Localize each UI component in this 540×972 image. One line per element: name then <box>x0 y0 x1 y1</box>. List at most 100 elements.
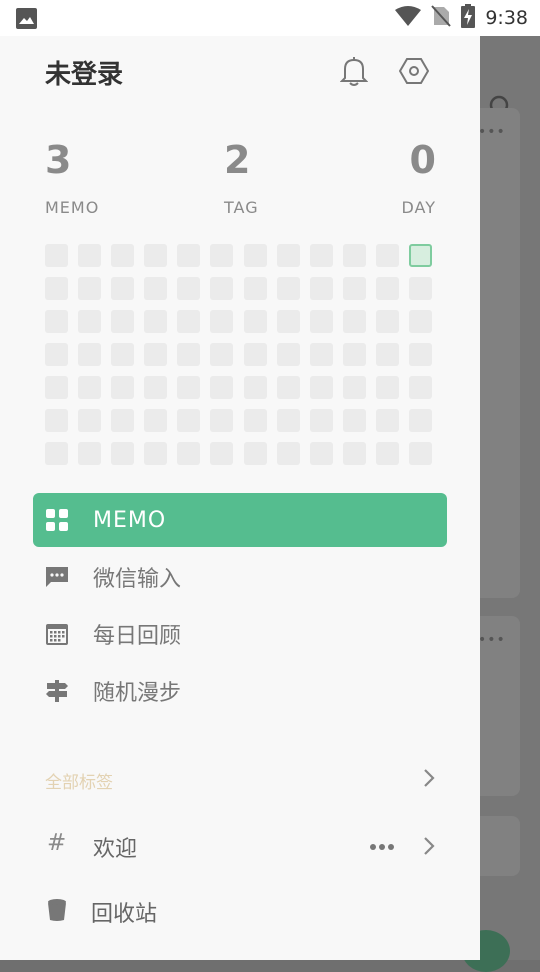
heatmap-cell <box>309 376 333 399</box>
chat-bubble-icon <box>44 564 70 590</box>
menu-item-label: 每日回顾 <box>93 624 182 649</box>
heatmap-cell <box>243 343 267 366</box>
heatmap-cell <box>144 310 168 333</box>
heatmap-cell <box>144 277 168 300</box>
heatmap-cell <box>243 244 267 267</box>
menu-item-random-walk[interactable]: 随机漫步 <box>33 664 447 718</box>
heatmap-cell <box>409 376 433 399</box>
status-bar: 9:38 <box>0 0 540 36</box>
heatmap-cell <box>375 244 399 267</box>
bell-icon[interactable] <box>339 56 369 90</box>
heatmap-cell <box>243 277 267 300</box>
heatmap-cell <box>111 409 135 432</box>
heatmap-cell <box>342 343 366 366</box>
image-notification-icon <box>16 8 37 33</box>
heatmap-cell <box>78 442 102 465</box>
heatmap-cell <box>144 409 168 432</box>
heatmap-cell <box>243 310 267 333</box>
heatmap-cell <box>45 442 68 465</box>
heatmap-cell <box>276 442 300 465</box>
menu-item-label: MEMO <box>93 507 167 533</box>
settings-hexagon-icon[interactable] <box>398 56 430 90</box>
heatmap-cell <box>144 442 168 465</box>
heatmap-cell <box>210 343 234 366</box>
heatmap-cell <box>177 244 201 267</box>
menu-item-memo[interactable]: MEMO <box>33 493 447 547</box>
heatmap-cell <box>342 376 366 399</box>
heatmap-cell <box>177 310 201 333</box>
stat-label: MEMO <box>45 198 100 217</box>
more-icon: ••• <box>478 124 506 140</box>
chevron-right-icon[interactable] <box>423 836 435 860</box>
more-icon: ••• <box>478 632 506 648</box>
more-icon[interactable] <box>369 836 395 855</box>
heatmap-cell <box>243 409 267 432</box>
heatmap-cell <box>45 376 68 399</box>
heatmap-cell <box>144 376 168 399</box>
calendar-icon <box>44 621 70 647</box>
heatmap-cell <box>375 310 399 333</box>
all-tags-title: 全部标签 <box>45 773 113 793</box>
heatmap-cell <box>111 310 135 333</box>
heatmap-cell <box>309 343 333 366</box>
heatmap-cell <box>78 277 102 300</box>
heatmap-cell <box>111 376 135 399</box>
heatmap-cell <box>309 310 333 333</box>
heatmap-cell <box>210 442 234 465</box>
menu-item-label: 微信输入 <box>93 567 182 592</box>
heatmap-cell <box>276 376 300 399</box>
heatmap-cell <box>409 442 433 465</box>
heatmap-cell <box>45 343 68 366</box>
stat-value: 3 <box>45 138 72 182</box>
stat-label: DAY <box>401 198 436 217</box>
heatmap-cell <box>177 409 201 432</box>
heatmap-cell <box>111 442 135 465</box>
menu-item-wechat-input[interactable]: 微信输入 <box>33 550 447 604</box>
heatmap-cell <box>342 310 366 333</box>
user-name[interactable]: 未登录 <box>45 54 123 91</box>
heatmap-cell <box>309 409 333 432</box>
heatmap-cell <box>78 409 102 432</box>
heatmap-cell <box>375 442 399 465</box>
heatmap-cell <box>210 376 234 399</box>
all-tags-header[interactable]: 全部标签 <box>45 768 435 793</box>
heatmap-cell <box>342 409 366 432</box>
heatmap-cell <box>309 442 333 465</box>
trash-icon <box>47 898 67 926</box>
heatmap-cell <box>144 343 168 366</box>
heatmap-cell <box>309 244 333 267</box>
wifi-icon <box>395 6 422 30</box>
heatmap-cell <box>45 310 68 333</box>
heatmap-cell <box>111 343 135 366</box>
heatmap-cell <box>210 409 234 432</box>
battery-charging-icon <box>461 4 476 32</box>
heatmap-cell <box>78 343 102 366</box>
heatmap-cell <box>177 277 201 300</box>
heatmap-cell <box>409 310 433 333</box>
heatmap-cell <box>210 244 234 267</box>
heatmap-cell <box>111 277 135 300</box>
no-sim-icon <box>431 5 452 31</box>
tag-item[interactable]: # 欢迎 <box>45 828 435 864</box>
heatmap-cell <box>276 277 300 300</box>
menu-item-daily-review[interactable]: 每日回顾 <box>33 607 447 661</box>
heatmap-cell <box>78 310 102 333</box>
hash-icon: # <box>47 830 67 856</box>
drawer-menu: MEMO 微信输入 每日回顾 随机漫步 <box>33 493 447 721</box>
heatmap-cell <box>276 409 300 432</box>
trash-item[interactable]: 回收站 <box>45 894 435 930</box>
heatmap-cell <box>78 244 102 267</box>
heatmap-cell <box>144 244 168 267</box>
heatmap-cell <box>45 244 68 267</box>
menu-item-label: 随机漫步 <box>93 681 182 706</box>
heatmap-cell <box>309 277 333 300</box>
heatmap-cell <box>45 409 68 432</box>
heatmap-cell <box>78 376 102 399</box>
heatmap-cell <box>210 310 234 333</box>
stat-value: 2 <box>224 138 251 182</box>
trash-label: 回收站 <box>91 902 158 927</box>
signpost-icon <box>44 678 70 704</box>
heatmap-cell <box>409 409 433 432</box>
heatmap-cell <box>177 343 201 366</box>
stat-memo: 3 MEMO <box>45 140 99 217</box>
